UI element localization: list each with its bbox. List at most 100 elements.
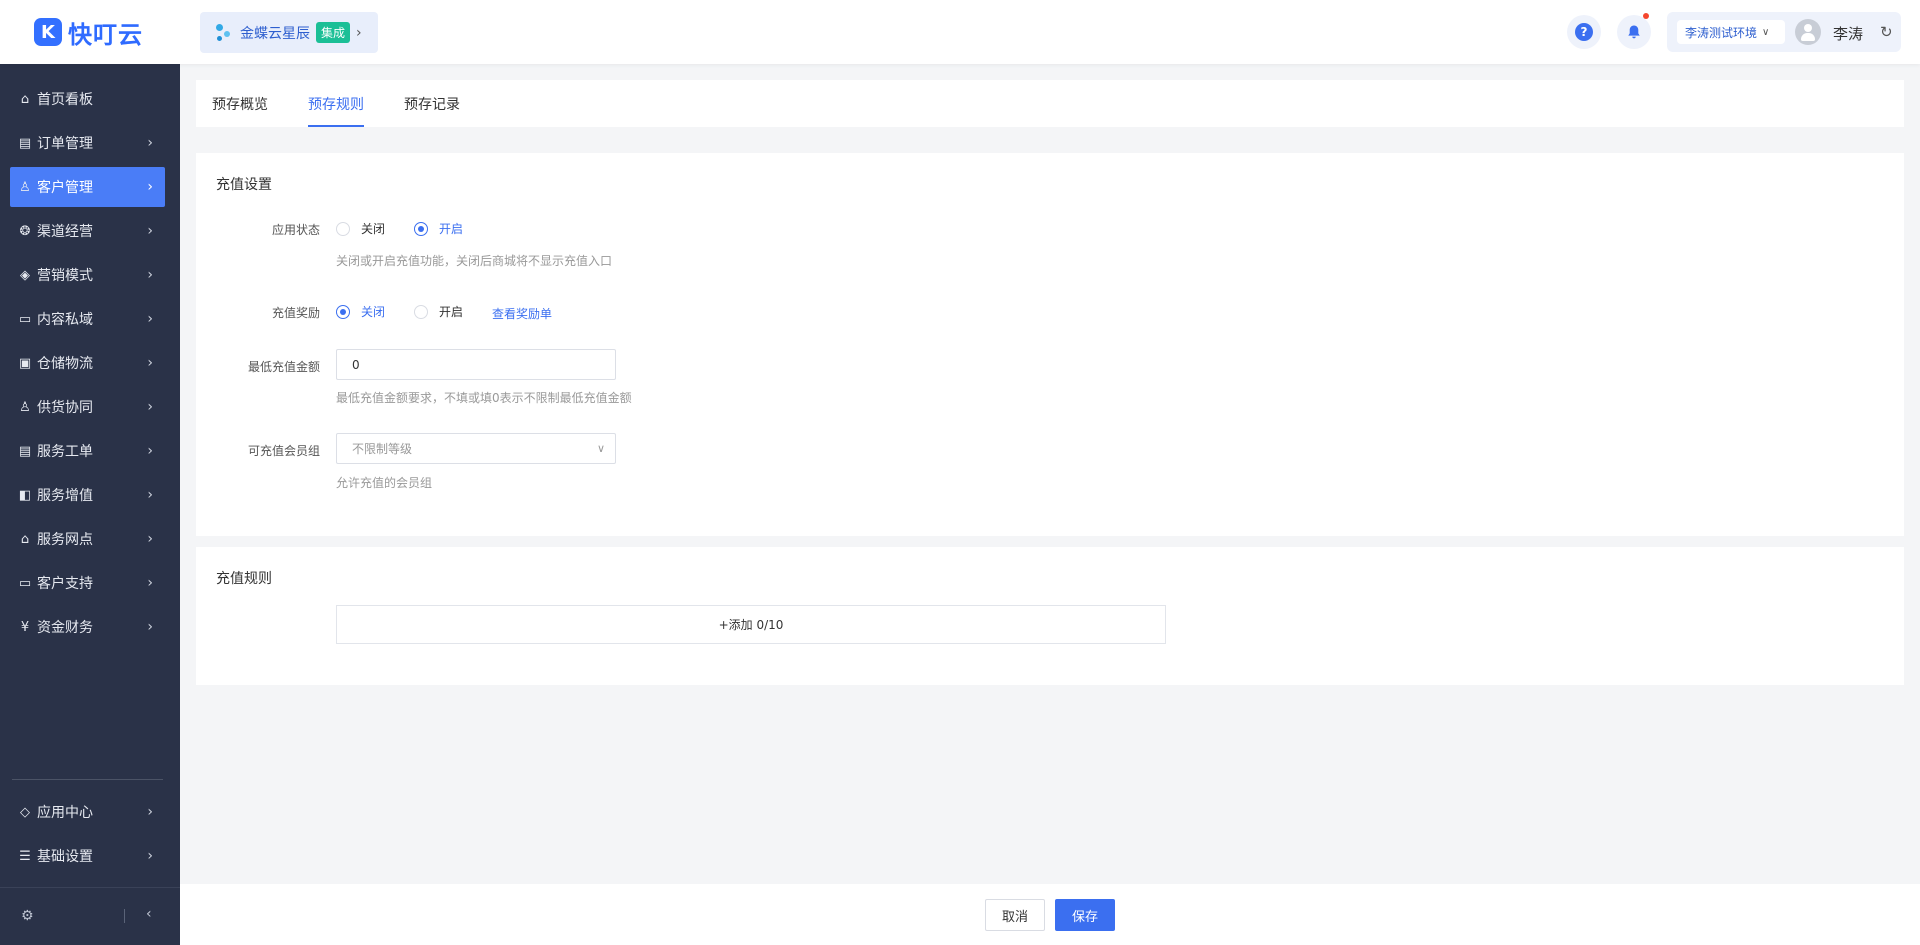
top-header: K 快叮云 金蝶云星辰 集成 › ? 李涛测试环境 ∨ 李涛 ↻: [0, 0, 1920, 64]
radio-circle: [414, 304, 428, 319]
radio-label: 开启: [439, 222, 464, 236]
sidebar-item-label: 订单管理: [37, 136, 93, 152]
sidebar-item-label: 基础设置: [37, 849, 93, 865]
cancel-button[interactable]: 取消: [985, 899, 1045, 931]
radio-circle: [336, 221, 350, 236]
chevron-right-icon: ›: [147, 575, 153, 591]
chevron-right-icon: ›: [147, 311, 153, 327]
integration-name: 金蝶云星辰: [240, 25, 310, 42]
sidebar-item-basic-settings[interactable]: ☰ 基础设置 ›: [10, 836, 165, 876]
user-icon: ♙: [19, 179, 31, 195]
app-status-off-radio[interactable]: 关闭: [336, 220, 385, 237]
logo-mark-icon: K: [34, 18, 62, 46]
sidebar-item-dashboard[interactable]: ⌂ 首页看板: [10, 79, 165, 119]
integration-chip[interactable]: 金蝶云星辰 集成 ›: [200, 12, 378, 53]
notification-dot: [1643, 13, 1649, 19]
sidebar-item-value-added[interactable]: ◧ 服务增值 ›: [10, 475, 165, 515]
sidebar-item-label: 供货协同: [37, 400, 93, 416]
chevron-right-icon: ›: [147, 267, 153, 283]
chevron-right-icon: ›: [147, 223, 153, 239]
bag-icon: ◧: [18, 487, 32, 503]
sidebar-item-customers[interactable]: ♙ 客户管理 ›: [10, 167, 165, 207]
tab-rules[interactable]: 预存规则: [308, 94, 364, 114]
help-button[interactable]: ?: [1567, 15, 1601, 49]
sidebar-item-label: 应用中心: [37, 805, 93, 821]
environment-label: 李涛测试环境: [1685, 25, 1758, 40]
environment-select[interactable]: 李涛测试环境 ∨: [1677, 20, 1785, 44]
footer-action-bar: 取消 保存: [180, 884, 1920, 945]
chevron-right-icon: ›: [147, 531, 153, 547]
user-environment-panel: 李涛测试环境 ∨ 李涛 ↻: [1667, 12, 1901, 52]
sidebar-item-label: 服务网点: [37, 532, 93, 548]
member-group-placeholder: 不限制等级: [352, 442, 413, 456]
ticket-icon: ▤: [18, 443, 32, 459]
settings-list-icon: ☰: [19, 848, 31, 864]
sidebar-footer-divider: [0, 887, 180, 888]
sidebar-item-orders[interactable]: ▤ 订单管理 ›: [10, 123, 165, 163]
tab-bar: 预存概览 预存规则 预存记录: [196, 80, 1904, 127]
app-status-label: 应用状态: [271, 223, 320, 237]
member-group-hint: 允许充值的会员组: [336, 476, 433, 490]
app-status-on-radio[interactable]: 开启: [414, 220, 463, 237]
user-name[interactable]: 李涛: [1833, 23, 1863, 44]
sidebar-item-label: 服务工单: [37, 444, 93, 460]
logo[interactable]: K 快叮云: [0, 0, 180, 64]
box-icon: ▣: [18, 355, 32, 371]
integration-badge: 集成: [316, 22, 351, 43]
notification-button[interactable]: [1617, 13, 1651, 49]
sidebar-item-label: 客户管理: [37, 180, 93, 196]
home-icon: ⌂: [20, 91, 30, 107]
image-icon: ▭: [18, 311, 32, 327]
min-amount-input[interactable]: 0: [336, 349, 616, 380]
sidebar-item-service-points[interactable]: ⌂ 服务网点 ›: [10, 519, 165, 559]
section-title: 充值规则: [216, 571, 272, 587]
view-reward-list-link[interactable]: 查看奖励单: [492, 305, 552, 322]
sidebar-item-finance[interactable]: ¥ 资金财务 ›: [10, 607, 165, 647]
add-rule-button[interactable]: +添加 0/10: [336, 605, 1166, 644]
chevron-right-icon: ›: [147, 399, 153, 415]
chevron-down-icon: ∨: [1762, 26, 1770, 38]
collapse-sidebar-icon[interactable]: ‹: [146, 906, 152, 922]
cube-icon: ◇: [20, 804, 30, 820]
sidebar-item-warehouse[interactable]: ▣ 仓储物流 ›: [10, 343, 165, 383]
reward-off-radio[interactable]: 关闭: [336, 303, 385, 320]
gear-icon[interactable]: ⚙: [21, 908, 34, 924]
sidebar-item-supply[interactable]: ♙ 供货协同 ›: [10, 387, 165, 427]
sidebar-item-service-tickets[interactable]: ▤ 服务工单 ›: [10, 431, 165, 471]
help-icon: ?: [1575, 23, 1593, 41]
chevron-right-icon: ›: [147, 804, 153, 820]
refresh-icon[interactable]: ↻: [1880, 23, 1893, 41]
recharge-settings-card: 充值设置 应用状态 关闭 开启 关闭或开启充值功能，关闭后商城将不显示充值入口 …: [196, 153, 1904, 536]
sidebar-item-app-center[interactable]: ◇ 应用中心 ›: [10, 792, 165, 832]
radio-circle: [414, 221, 428, 236]
active-tab-indicator: [308, 125, 364, 127]
supplier-icon: ♙: [19, 399, 31, 415]
sidebar-item-marketing[interactable]: ◈ 营销模式 ›: [10, 255, 165, 295]
logo-text: 快叮云: [68, 20, 143, 49]
member-group-select[interactable]: 不限制等级 ∨: [336, 433, 616, 464]
sidebar-item-support[interactable]: ▭ 客户支持 ›: [10, 563, 165, 603]
bell-icon: [1628, 25, 1640, 39]
chevron-down-icon: ∨: [596, 442, 605, 455]
sidebar-item-content[interactable]: ▭ 内容私域 ›: [10, 299, 165, 339]
sidebar-item-label: 首页看板: [37, 92, 93, 108]
sidebar: ⌂ 首页看板 ▤ 订单管理 › ♙ 客户管理 › ❂ 渠道经营 › ◈ 营销模式…: [0, 64, 180, 945]
chevron-right-icon: ›: [147, 487, 153, 503]
radio-circle: [336, 304, 350, 319]
sidebar-item-label: 渠道经营: [37, 224, 93, 240]
chevron-right-icon: ›: [147, 135, 153, 151]
sidebar-item-label: 仓储物流: [37, 356, 93, 372]
save-button[interactable]: 保存: [1055, 899, 1115, 931]
reward-on-radio[interactable]: 开启: [414, 303, 463, 320]
tab-overview[interactable]: 预存概览: [212, 94, 268, 114]
avatar[interactable]: [1795, 19, 1821, 45]
chevron-right-icon: ›: [147, 443, 153, 459]
tab-records[interactable]: 预存记录: [404, 94, 460, 114]
chevron-right-icon: ›: [147, 179, 153, 195]
sidebar-footer-separator: [124, 909, 125, 923]
sidebar-divider: [12, 779, 163, 780]
yuan-icon: ¥: [20, 619, 30, 635]
sidebar-item-channels[interactable]: ❂ 渠道经营 ›: [10, 211, 165, 251]
sidebar-item-label: 营销模式: [37, 268, 93, 284]
clipboard-icon: ▤: [18, 135, 32, 151]
